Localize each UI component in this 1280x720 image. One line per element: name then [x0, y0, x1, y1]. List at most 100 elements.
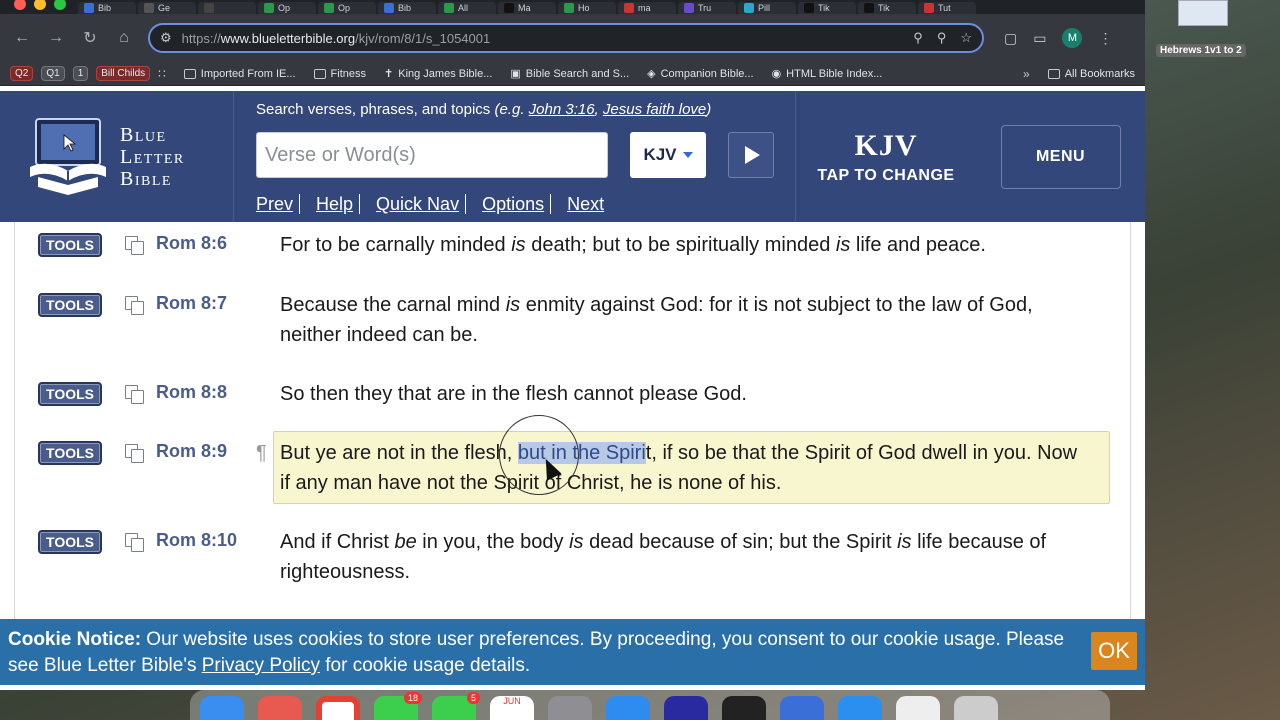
bookmark-fitness[interactable]: Fitness	[313, 68, 366, 80]
browser-tab[interactable]: Bib	[378, 2, 436, 14]
kebab-menu-icon[interactable]: ⋮	[1098, 30, 1112, 47]
safari-icon[interactable]	[606, 696, 650, 720]
address-bar[interactable]: ⚙ https://www.blueletterbible.org/kjv/ro…	[148, 23, 984, 53]
bookmark-bible-search[interactable]: ▣ Bible Search and S...	[510, 67, 629, 81]
browser-tab[interactable]: Ge	[138, 2, 196, 14]
blb-logo[interactable]: Blue Letter Bible	[0, 91, 234, 222]
all-bookmarks[interactable]: All Bookmarks	[1047, 68, 1135, 80]
chrome-icon[interactable]	[316, 696, 360, 720]
facetime-icon[interactable]: 5	[432, 692, 480, 720]
tools-button[interactable]: TOOLS	[38, 233, 102, 257]
browser-tab[interactable]: Ho	[558, 2, 616, 14]
tab-favicon-icon	[444, 3, 454, 13]
menu-button[interactable]: MENU	[1000, 124, 1121, 189]
nav-next[interactable]: Next	[567, 194, 610, 214]
browser-tab[interactable]	[198, 2, 256, 14]
extensions-icon[interactable]: ▢	[1004, 30, 1017, 47]
browser-tab[interactable]: Pill	[738, 2, 796, 14]
calendar-icon[interactable]: JUN	[490, 696, 534, 720]
verse-ref[interactable]: Rom 8:6	[156, 233, 227, 254]
bookmark-companion-bible[interactable]: ◈ Companion Bible...	[647, 67, 753, 81]
copy-icon[interactable]	[125, 533, 144, 552]
zoom-icon[interactable]: ⚲	[937, 30, 947, 46]
window-controls	[4, 0, 76, 14]
finder-icon[interactable]	[200, 696, 244, 720]
cookie-ok-button[interactable]: OK	[1091, 632, 1137, 670]
copy-icon[interactable]	[125, 385, 144, 404]
browser-tab[interactable]: Tik	[798, 2, 856, 14]
sidepanel-icon[interactable]: ▭	[1033, 30, 1046, 47]
bookmark-king-james[interactable]: ✝ King James Bible...	[384, 67, 492, 81]
mail-icon[interactable]	[838, 696, 882, 720]
zoom-app-icon[interactable]	[780, 696, 824, 720]
copy-icon[interactable]	[125, 296, 144, 315]
launchpad-icon[interactable]	[258, 696, 302, 720]
close-window-button[interactable]	[14, 0, 26, 10]
apps-grid-icon[interactable]: ∷	[158, 67, 166, 81]
zoom-window-button[interactable]	[54, 0, 66, 10]
browser-tab[interactable]: ma	[618, 2, 676, 14]
search-input[interactable]: Verse or Word(s)	[256, 132, 608, 178]
nav-prev[interactable]: Prev	[256, 194, 301, 214]
browser-tab[interactable]: Bib	[78, 2, 136, 14]
copy-icon[interactable]	[125, 236, 144, 255]
browser-tab[interactable]: Tut	[918, 2, 976, 14]
tab-label: Pill	[758, 3, 771, 13]
tab-favicon-icon	[204, 3, 214, 13]
browser-tab[interactable]: All	[438, 2, 496, 14]
reload-icon[interactable]: ↻	[76, 24, 104, 52]
verse-ref[interactable]: Rom 8:9	[156, 441, 227, 462]
example-link-john[interactable]: John 3:16	[529, 101, 595, 118]
version-select[interactable]: KJV	[630, 132, 706, 178]
site-info-icon[interactable]: ⚙	[160, 30, 172, 46]
verse-ref[interactable]: Rom 8:7	[156, 293, 227, 314]
search-go-button[interactable]	[728, 132, 774, 178]
bookmark-imported[interactable]: Imported From IE...	[183, 68, 296, 80]
privacy-policy-link[interactable]: Privacy Policy	[202, 655, 320, 676]
copy-icon[interactable]	[125, 444, 144, 463]
bookmark-chip-1[interactable]: 1	[72, 66, 89, 81]
url-text: https://www.blueletterbible.org/kjv/rom/…	[181, 30, 491, 46]
tools-button[interactable]: TOOLS	[38, 441, 102, 465]
more-bookmarks-icon[interactable]: »	[1023, 67, 1030, 81]
tools-button[interactable]: TOOLS	[38, 530, 102, 554]
tools-button[interactable]: TOOLS	[38, 293, 102, 317]
tab-label: Bib	[398, 3, 412, 13]
tab-label: Bib	[98, 3, 112, 13]
verse-ref[interactable]: Rom 8:8	[156, 382, 227, 403]
app-icon[interactable]	[664, 696, 708, 720]
nav-options[interactable]: Options	[482, 194, 552, 214]
trash-icon[interactable]	[954, 696, 998, 720]
terminal-icon[interactable]	[722, 696, 766, 720]
browser-tab[interactable]: Op	[258, 2, 316, 14]
nav-help[interactable]: Help	[316, 194, 361, 214]
tab-favicon-icon	[324, 3, 334, 13]
browser-tab[interactable]: Tru	[678, 2, 736, 14]
bookmark-html-bible-index[interactable]: ◉ HTML Bible Index...	[772, 67, 883, 81]
nav-quick-nav[interactable]: Quick Nav	[376, 194, 467, 214]
forward-icon[interactable]: →	[42, 24, 70, 52]
verse-ref[interactable]: Rom 8:10	[156, 530, 237, 551]
browser-tab[interactable]: Ma	[498, 2, 556, 14]
verse-text[interactable]: But ye are not in the flesh, but in the …	[280, 438, 1092, 498]
tab-label: Tik	[878, 3, 890, 13]
settings-icon[interactable]	[548, 696, 592, 720]
tools-button[interactable]: TOOLS	[38, 382, 102, 406]
password-key-icon[interactable]: ⚲	[913, 30, 923, 46]
messages-icon[interactable]: 18	[374, 692, 422, 720]
bookmark-star-icon[interactable]: ☆	[960, 30, 972, 46]
back-icon[interactable]: ←	[8, 24, 36, 52]
profile-avatar[interactable]: M	[1062, 28, 1083, 48]
browser-tab[interactable]: Tik	[858, 2, 916, 14]
document-icon[interactable]	[896, 696, 940, 720]
desktop-window-thumbnail[interactable]	[1178, 0, 1228, 26]
home-icon[interactable]: ⌂	[110, 24, 138, 52]
bookmark-chip-bill-childs[interactable]: Bill Childs	[96, 66, 151, 81]
example-link-jesus-faith-love[interactable]: Jesus faith love	[603, 101, 706, 118]
browser-tab[interactable]: Op	[318, 2, 376, 14]
minimize-window-button[interactable]	[34, 0, 46, 10]
bookmark-chip-q2[interactable]: Q2	[10, 66, 34, 81]
version-switcher[interactable]: KJV TAP TO CHANGE	[796, 91, 976, 222]
tab-label: Tik	[818, 3, 830, 13]
bookmark-chip-q1[interactable]: Q1	[41, 66, 65, 81]
